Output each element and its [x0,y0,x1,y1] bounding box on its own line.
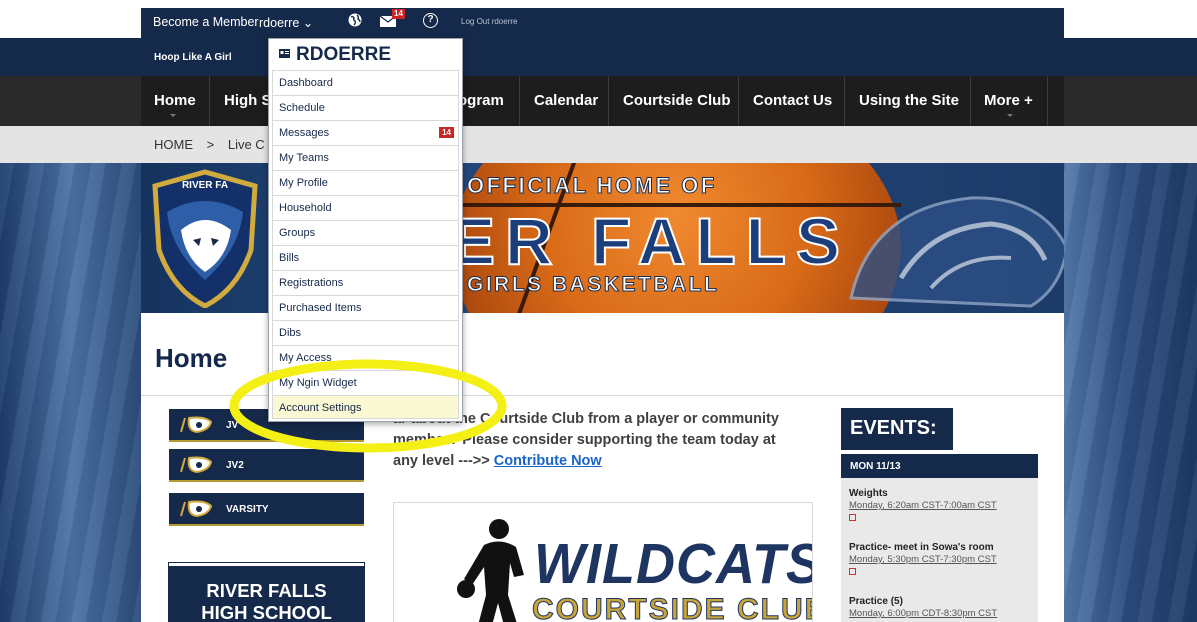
menu-item-registrations[interactable]: Registrations [272,270,459,295]
team-logo-icon [180,500,213,518]
events-date-header: MON 11/13 [841,454,1038,478]
nav-item-home[interactable]: Home [154,76,196,126]
nav-more-caret [1007,114,1013,117]
banner-line-official: OFFICIAL HOME OF [467,173,717,199]
menu-item-schedule[interactable]: Schedule [272,95,459,120]
globe-icon[interactable] [348,13,362,27]
user-menu-header: RDOERRE [269,39,462,70]
site-name-link[interactable]: Hoop Like A Girl [154,52,232,63]
highlight-annotation [229,359,507,453]
events-heading-text: EVENTS: [850,417,937,439]
school-name-line2: HIGH SCHOOL [201,602,332,622]
wildcat-crest-icon: RIVER FA [152,169,258,308]
wildcat-head-icon [849,196,1064,308]
nav-item-program[interactable]: ogram [458,76,504,126]
logo-wildcats-text: WILDCATS [534,532,813,596]
menu-item-household[interactable]: Household [272,195,459,220]
event-time[interactable]: Monday, 6:00pm CDT-8:30pm CST [849,608,1034,620]
event-title[interactable]: Practice (5) [849,596,1034,608]
courtside-club-logo: WILDCATS COURTSIDE CLUB [393,502,813,622]
nav-item-courtside-club[interactable]: Courtside Club [623,76,731,126]
nav-divider [844,76,845,126]
event-time[interactable]: Monday, 6:20am CST-7:00am CST [849,500,1034,512]
team-logo-icon [180,456,213,474]
contribute-now-link[interactable]: Contribute Now [494,453,602,469]
banner-line-subtitle: GIRLS BASKETBALL [466,273,720,297]
events-heading: EVENTS: [839,406,959,452]
logo-courtside-club-text: COURTSIDE CLUB [531,593,813,622]
school-name-line1: RIVER FALLS [206,580,327,601]
team-button-varsity[interactable]: VARSITY [169,493,364,526]
user-card-icon [279,49,290,58]
event-time[interactable]: Monday, 5:30pm CST-7:30pm CST [849,554,1034,566]
events-list: Weights Monday, 6:20am CST-7:00am CST Pr… [841,478,1038,622]
sportsengine-logo[interactable]: sportsengine [1089,4,1184,20]
nav-divider [519,76,520,126]
become-member-link[interactable]: Become a Member [153,15,259,29]
nav-divider [209,76,210,126]
breadcrumb-current[interactable]: Live C [228,137,265,152]
top-utility-bar-inner: Become a Member rdoerre ⌄ 14 ? Log Out r… [141,8,1064,38]
main-navigation: Home High S ogram Calendar Courtside Clu… [0,76,1197,126]
breadcrumb-separator: > [206,137,215,152]
messages-badge: 14 [439,127,454,138]
nav-divider [970,76,971,126]
team-button-label: VARSITY [226,504,269,515]
team-button-label: JV2 [226,460,244,471]
menu-item-messages-label: Messages [279,127,330,139]
nav-divider [608,76,609,126]
nav-item-contact-us[interactable]: Contact Us [753,76,832,126]
nav-item-using-the-site[interactable]: Using the Site [859,76,959,126]
help-icon[interactable]: ? [423,13,438,28]
calendar-icon[interactable] [849,514,856,521]
events-heading-accent [953,408,957,450]
nav-item-high-school[interactable]: High S [224,76,272,126]
breadcrumb-home-link[interactable]: HOME [154,137,193,152]
school-name-block[interactable]: RIVER FALLS HIGH SCHOOL [168,562,365,622]
nav-divider [738,76,739,126]
svg-text:RIVER FA: RIVER FA [182,180,228,191]
nav-home-caret [170,114,176,117]
breadcrumb: HOME > Live C [0,126,1197,163]
logout-link[interactable]: Log Out rdoerre [461,17,517,26]
event-item[interactable]: Practice (5) Monday, 6:00pm CDT-8:30pm C… [849,596,1034,620]
messages-count-badge: 14 [392,9,405,19]
nav-item-more[interactable]: More + [984,76,1033,126]
menu-item-my-profile[interactable]: My Profile [272,170,459,195]
breadcrumb-trail: HOME > Live C [154,137,265,152]
menu-item-dashboard[interactable]: Dashboard [272,70,459,95]
banner-line-team-name: ER FALLS [450,203,851,279]
menu-item-groups[interactable]: Groups [272,220,459,245]
top-utility-bar: Become a Member rdoerre ⌄ 14 ? Log Out r… [0,0,1197,38]
event-title[interactable]: Weights [849,488,1034,500]
user-menu-username: RDOERRE [296,44,392,65]
menu-item-messages[interactable]: Messages 14 [272,120,459,145]
nav-divider [1047,76,1048,126]
event-title[interactable]: Practice- meet in Sowa's room [849,542,1034,554]
menu-item-my-teams[interactable]: My Teams [272,145,459,170]
event-item[interactable]: Weights Monday, 6:20am CST-7:00am CST [849,488,1034,521]
calendar-icon[interactable] [849,568,856,575]
menu-item-bills[interactable]: Bills [272,245,459,270]
page-title: Home [155,343,228,373]
user-menu-toggle[interactable]: rdoerre ⌄ [259,15,313,30]
nav-item-calendar[interactable]: Calendar [534,76,598,126]
menu-item-purchased-items[interactable]: Purchased Items [272,295,459,320]
site-header-bar: Hoop Like A Girl [0,38,1197,76]
team-logo-icon [180,416,213,434]
event-item[interactable]: Practice- meet in Sowa's room Monday, 5:… [849,542,1034,575]
menu-item-dibs[interactable]: Dibs [272,320,459,345]
